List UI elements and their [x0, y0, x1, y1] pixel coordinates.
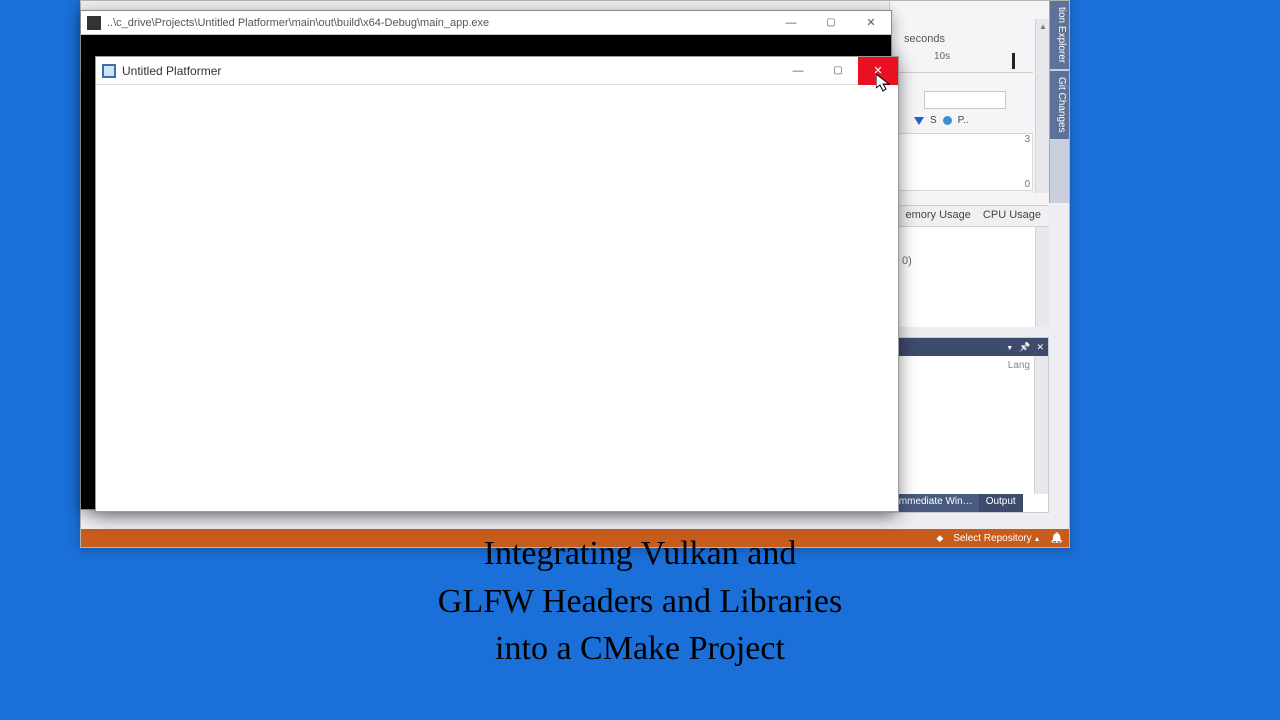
console-title-path: ..\c_drive\Projects\Untitled Platformer\…	[107, 17, 771, 29]
pin-icon[interactable]	[1019, 342, 1030, 353]
app-window-controls	[778, 57, 898, 85]
diag-body-scrollbar[interactable]	[1035, 227, 1049, 327]
output-tabstrip: Immediate Win… Output	[890, 494, 1048, 512]
output-scrollbar[interactable]	[1034, 356, 1048, 494]
app-titlebar[interactable]: Untitled Platformer	[96, 57, 898, 85]
chevron-up-icon	[1032, 533, 1041, 544]
scroll-up-icon[interactable]: ▲	[1036, 19, 1050, 33]
legend-p-label: P..	[958, 115, 969, 126]
app-close-button[interactable]	[858, 57, 898, 85]
memory-usage-tab[interactable]: emory Usage	[906, 209, 971, 223]
solution-explorer-tab[interactable]: tion Explorer	[1050, 1, 1069, 69]
video-caption-overlay: Integrating Vulkan and GLFW Headers and …	[320, 530, 960, 673]
output-lang-label: Lang	[1008, 360, 1030, 371]
app-window-title: Untitled Platformer	[122, 64, 778, 78]
legend-s-label: S	[930, 115, 937, 126]
notifications-bell-icon[interactable]	[1051, 533, 1063, 544]
caption-line-2: GLFW Headers and Libraries	[320, 578, 960, 626]
panel-close-icon[interactable]	[1036, 342, 1044, 353]
chart-y-3: 3	[1024, 134, 1030, 145]
dot-icon	[943, 116, 952, 125]
chart-y-0: 0	[1024, 179, 1030, 190]
diag-scrollbar[interactable]: ▲	[1035, 19, 1049, 193]
caption-line-3: into a CMake Project	[320, 625, 960, 673]
diag-count-label: 0)	[902, 255, 912, 267]
output-panel: Lang Immediate Win… Output	[889, 337, 1049, 513]
cpu-usage-tab[interactable]: CPU Usage	[983, 209, 1041, 223]
console-window-controls	[771, 11, 891, 35]
app-minimize-button[interactable]	[778, 57, 818, 85]
timeline-tick-10s: 10s	[934, 51, 950, 62]
vs-collapsed-side-tabs: tion Explorer Git Changes	[1049, 1, 1069, 203]
timeline-marker	[1012, 53, 1015, 69]
diag-legend: S P..	[914, 115, 969, 126]
glfw-app-window: Untitled Platformer	[95, 56, 899, 512]
caption-line-1: Integrating Vulkan and	[320, 530, 960, 578]
panel-menu-icon[interactable]	[1006, 342, 1013, 353]
console-minimize-button[interactable]	[771, 11, 811, 35]
git-changes-tab[interactable]: Git Changes	[1050, 71, 1069, 139]
diagnostic-tools-panel: ▲ seconds 10s S P.. 3 0 emory Usage CPU …	[889, 1, 1049, 327]
diag-tabstrip: emory Usage CPU Usage	[890, 205, 1049, 227]
immediate-window-tab[interactable]: Immediate Win…	[890, 494, 980, 512]
triangle-down-icon	[914, 117, 924, 125]
console-app-icon	[87, 16, 101, 30]
diag-filter-input[interactable]	[924, 91, 1006, 109]
app-maximize-button[interactable]	[818, 57, 858, 85]
console-close-button[interactable]	[851, 11, 891, 35]
app-window-icon	[102, 64, 116, 78]
output-tab[interactable]: Output	[980, 494, 1023, 512]
output-panel-titlebar	[890, 338, 1048, 356]
diag-seconds-label: seconds	[904, 33, 945, 45]
select-repository-button[interactable]: Select Repository	[953, 533, 1040, 544]
console-maximize-button[interactable]	[811, 11, 851, 35]
diag-events-body: 0)	[890, 227, 1049, 327]
console-titlebar[interactable]: ..\c_drive\Projects\Untitled Platformer\…	[81, 11, 891, 35]
diag-mini-chart: 3 0	[894, 133, 1033, 191]
